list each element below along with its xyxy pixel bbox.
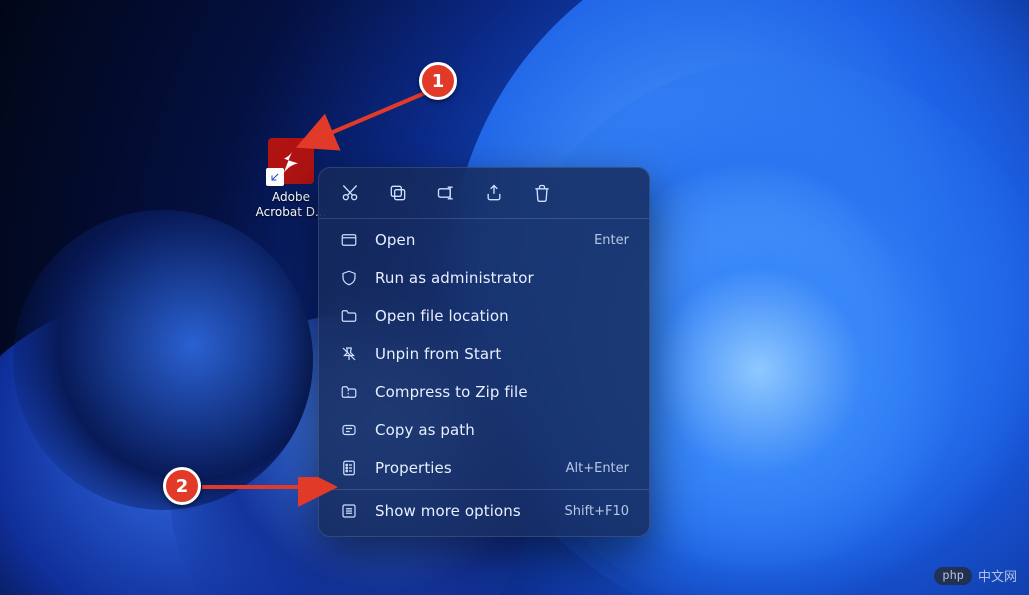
more-options-icon	[339, 501, 359, 521]
watermark: php 中文网	[934, 566, 1017, 585]
properties-icon	[339, 458, 359, 478]
menu-item-label: Properties	[375, 459, 550, 477]
menu-item-unpin-from-start[interactable]: Unpin from Start	[319, 335, 649, 373]
zip-icon	[339, 382, 359, 402]
menu-item-label: Open file location	[375, 307, 629, 325]
rename-icon[interactable]	[435, 182, 457, 204]
menu-item-properties[interactable]: Properties Alt+Enter	[319, 449, 649, 487]
folder-icon	[339, 306, 359, 326]
wallpaper-shape	[13, 210, 313, 510]
annotation-badge-1: 1	[419, 62, 457, 100]
copy-icon[interactable]	[387, 182, 409, 204]
menu-item-accel: Enter	[594, 233, 629, 248]
menu-item-open-file-location[interactable]: Open file location	[319, 297, 649, 335]
cut-icon[interactable]	[339, 182, 361, 204]
menu-item-label: Unpin from Start	[375, 345, 629, 363]
menu-item-label: Open	[375, 231, 578, 249]
menu-item-copy-as-path[interactable]: Copy as path	[319, 411, 649, 449]
menu-item-open[interactable]: Open Enter	[319, 221, 649, 259]
menu-item-label: Copy as path	[375, 421, 629, 439]
menu-item-compress-zip[interactable]: Compress to Zip file	[319, 373, 649, 411]
menu-item-run-as-admin[interactable]: Run as administrator	[319, 259, 649, 297]
menu-item-accel: Alt+Enter	[566, 461, 629, 476]
unpin-icon	[339, 344, 359, 364]
open-icon	[339, 230, 359, 250]
annotation-number: 1	[432, 71, 445, 92]
menu-item-label: Compress to Zip file	[375, 383, 629, 401]
desktop[interactable]: Adobe Acrobat D...	[0, 0, 1029, 595]
annotation-number: 2	[176, 476, 189, 497]
copy-path-icon	[339, 420, 359, 440]
share-icon[interactable]	[483, 182, 505, 204]
watermark-text: 中文网	[978, 566, 1017, 585]
annotation-badge-2: 2	[163, 467, 201, 505]
menu-item-label: Run as administrator	[375, 269, 629, 287]
context-menu: Open Enter Run as administrator Open fil…	[318, 167, 650, 537]
shortcut-arrow-icon	[266, 168, 284, 186]
delete-icon[interactable]	[531, 182, 553, 204]
separator	[319, 218, 649, 219]
watermark-brand: php	[934, 567, 972, 585]
app-tile	[268, 138, 314, 184]
menu-item-show-more-options[interactable]: Show more options Shift+F10	[319, 492, 649, 530]
separator	[319, 489, 649, 490]
menu-item-accel: Shift+F10	[565, 504, 629, 519]
shield-icon	[339, 268, 359, 288]
context-menu-command-bar	[319, 168, 649, 216]
menu-item-label: Show more options	[375, 502, 549, 520]
